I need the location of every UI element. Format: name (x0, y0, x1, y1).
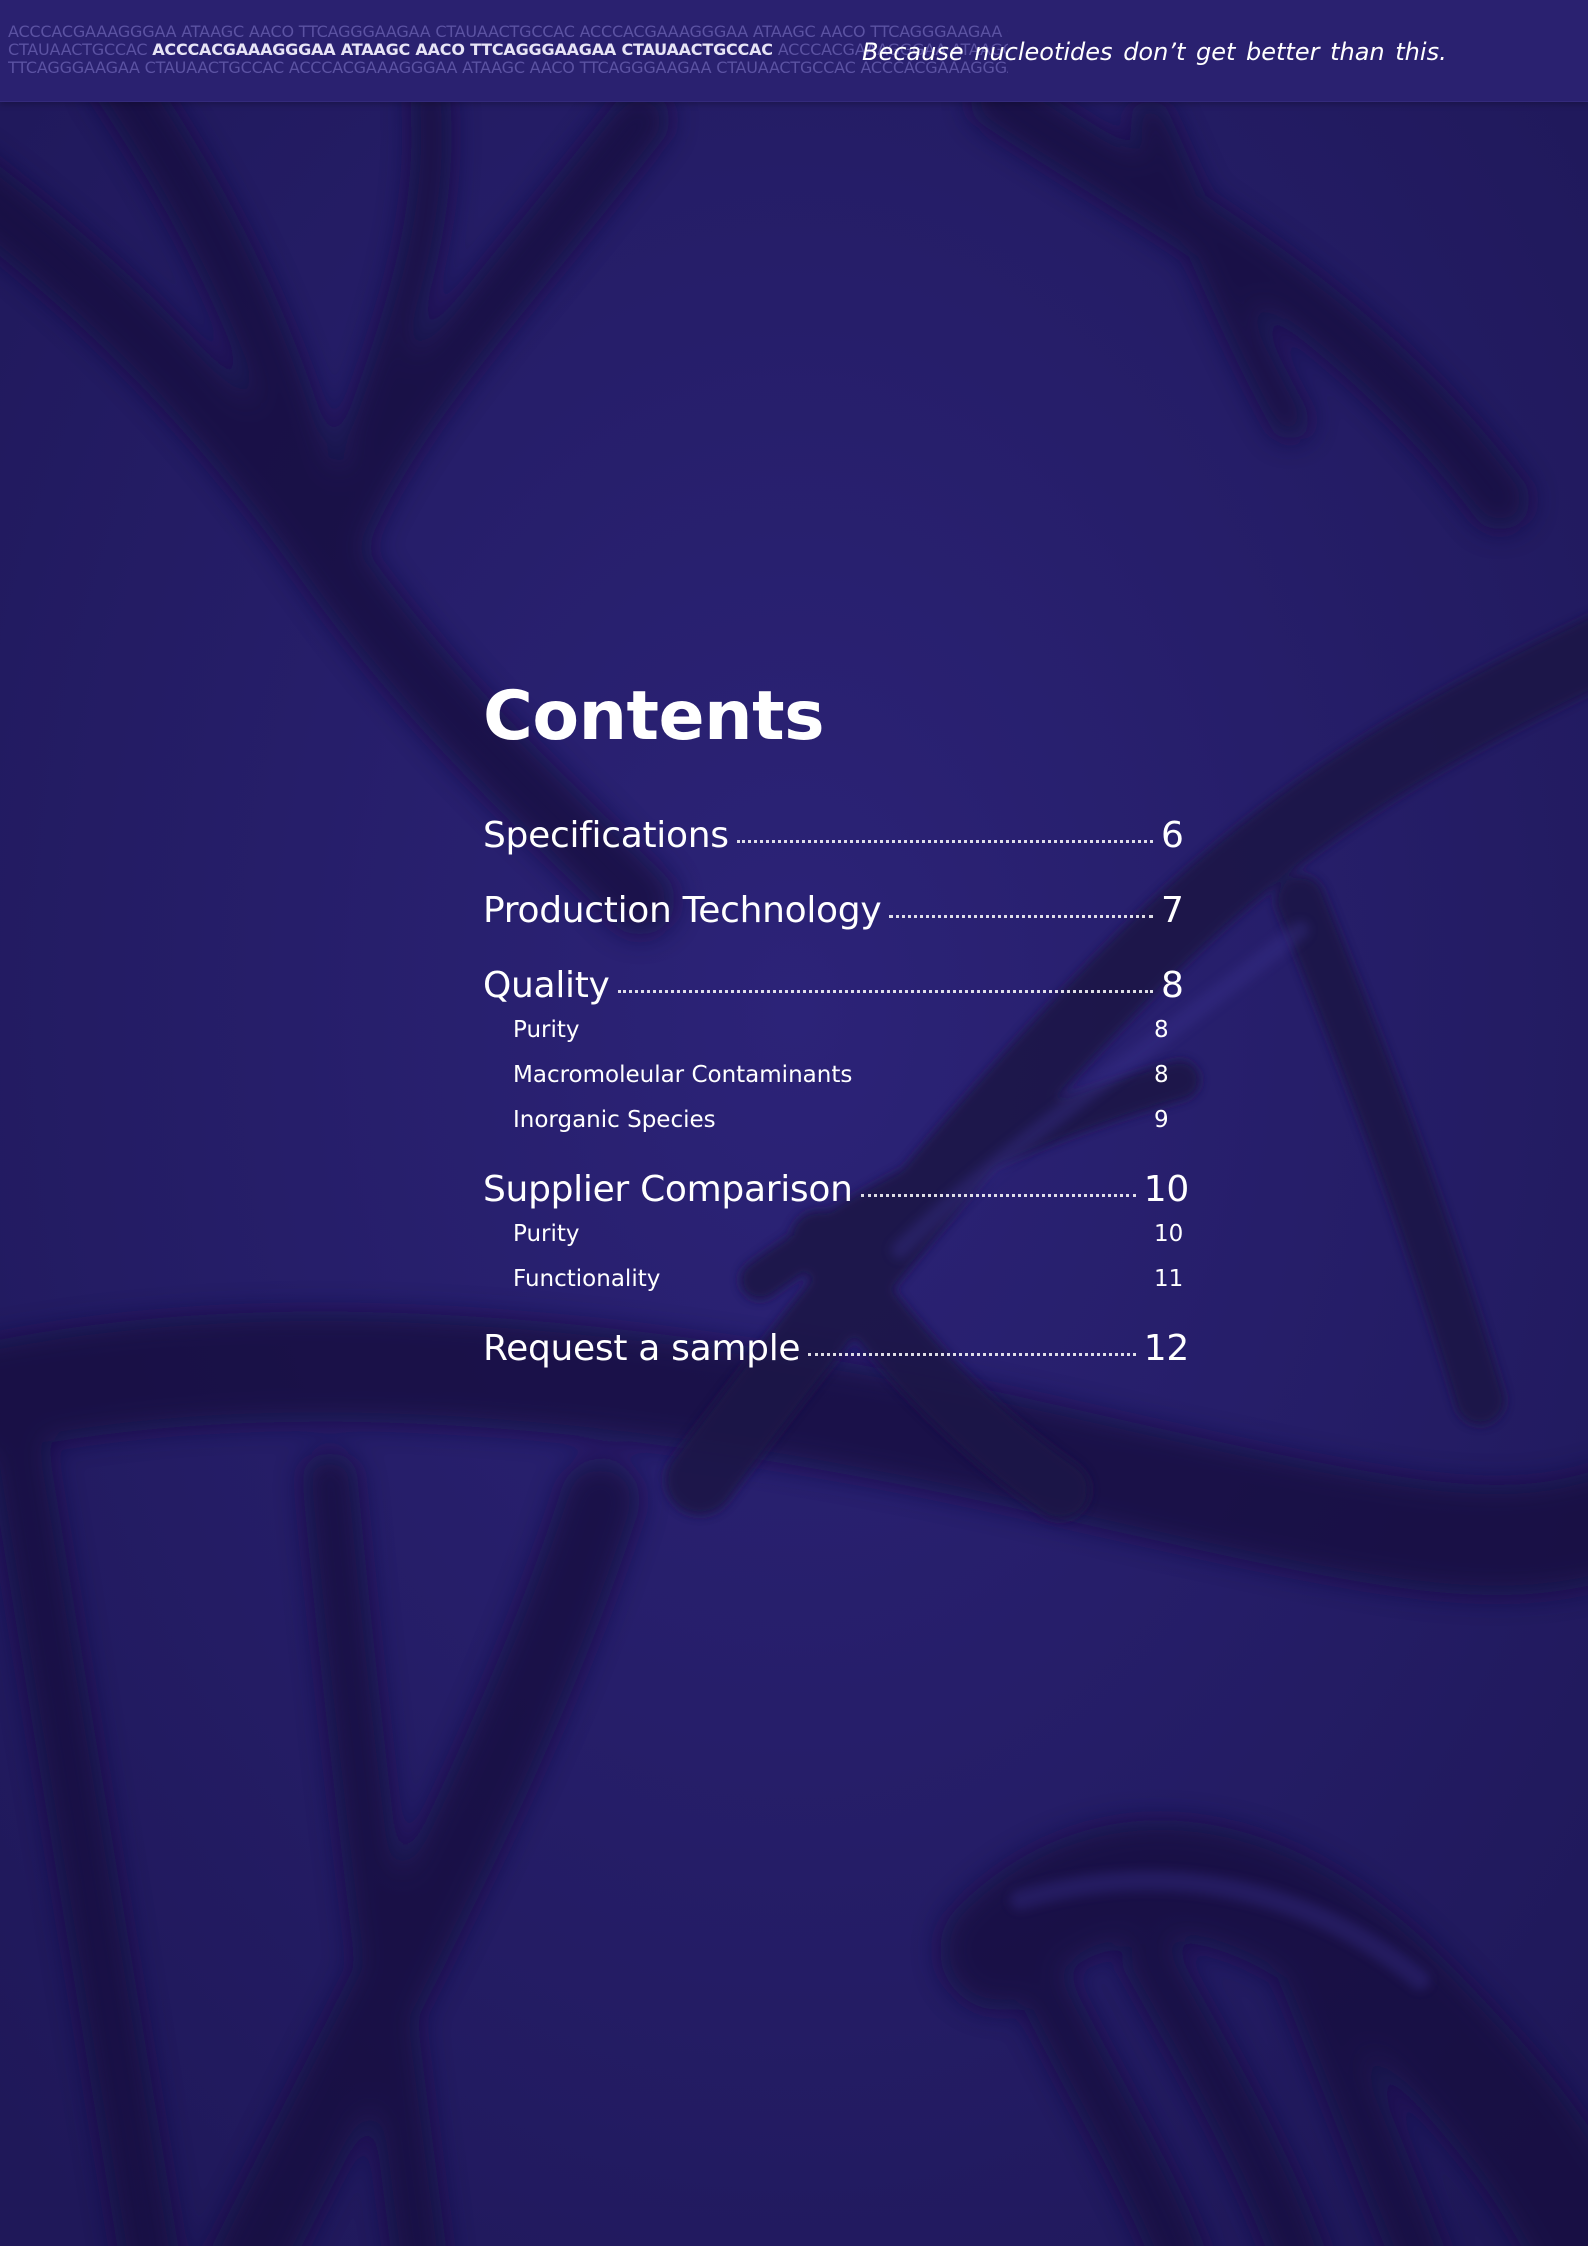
toc-subentry[interactable]: Functionality 11 (483, 1257, 1203, 1302)
sequence-text: ACCCACGAAAGGGAA ATAAGC AACO TTCAGGGAAGAA… (8, 23, 1008, 41)
toc-entry-label: Supplier Comparison (483, 1169, 853, 1210)
toc-subentry-label: Purity (513, 1221, 580, 1247)
toc-dot-leader (736, 840, 1153, 843)
toc-list: Specifications 6 Production Technology 7 Qua… (483, 814, 1203, 1371)
toc-subentry-label: Purity (513, 1017, 580, 1043)
sequence-text-highlight: ACCCACGAAAGGGAA ATAAGC AACO TTCAGGGAAGAA… (152, 41, 773, 59)
toc-subentry-page-number: 10 (1154, 1221, 1184, 1247)
sequence-line-1: ACCCACGAAAGGGAA ATAAGC AACO TTCAGGGAAGAA… (8, 23, 1008, 41)
toc-dot-leader (808, 1353, 1136, 1356)
toc-subentry-page-number: 9 (1154, 1107, 1169, 1133)
toc-entry-page-number: 8 (1161, 965, 1184, 1006)
toc-dot-leader (617, 990, 1153, 993)
toc-subentry[interactable]: Macromoleular Contaminants 8 (483, 1053, 1203, 1098)
sequence-line-3: TTCAGGGAAGAA CTAUAACTGCCAC ACCCACGAAAGGG… (8, 59, 1008, 77)
toc-entry-label: Production Technology (483, 890, 882, 931)
table-of-contents: Contents Specifications 6 Production Techn… (483, 672, 1203, 1371)
sequence-line-2: CTAUAACTGCCAC ACCCACGAAAGGGAA ATAAGC AAC… (8, 41, 1008, 59)
toc-subentry-page-number: 8 (1154, 1062, 1169, 1088)
contents-title: Contents (483, 677, 825, 756)
toc-entry-page-number: 12 (1143, 1328, 1190, 1369)
toc-subentry[interactable]: Purity 8 (483, 1008, 1203, 1053)
toc-entry-label: Quality (483, 965, 610, 1006)
toc-entry-page-number: 10 (1143, 1169, 1190, 1210)
toc-subentry-label: Functionality (513, 1266, 661, 1292)
toc-entry[interactable]: Production Technology 7 (483, 889, 1189, 933)
toc-subentry-page-number: 11 (1154, 1266, 1184, 1292)
sequence-text: TTCAGGGAAGAA CTAUAACTGCCAC ACCCACGAAAGGG… (8, 59, 1008, 77)
toc-subentry[interactable]: Purity 10 (483, 1212, 1203, 1257)
sequence-text: CTAUAACTGCCAC (8, 41, 153, 59)
toc-entry-label: Specifications (483, 815, 729, 856)
header-bar: ACCCACGAAAGGGAA ATAAGC AACO TTCAGGGAAGAA… (0, 0, 1588, 102)
toc-subentry-label: Macromoleular Contaminants (513, 1062, 853, 1088)
toc-subentry-page-number: 8 (1154, 1017, 1169, 1043)
toc-entry[interactable]: Supplier Comparison 10 (483, 1168, 1189, 1212)
toc-entry-page-number: 7 (1161, 890, 1184, 931)
toc-entry-label: Request a sample (483, 1328, 801, 1369)
toc-entry[interactable]: Specifications 6 (483, 814, 1189, 858)
toc-entry[interactable]: Quality 8 (483, 964, 1189, 1008)
toc-dot-leader (889, 915, 1153, 918)
toc-subentry-label: Inorganic Species (513, 1107, 716, 1133)
toc-entry[interactable]: Request a sample 12 (483, 1327, 1189, 1371)
toc-dot-leader (860, 1194, 1136, 1197)
toc-subentry[interactable]: Inorganic Species 9 (483, 1098, 1203, 1143)
toc-entry-page-number: 6 (1161, 815, 1184, 856)
tagline: Because nucleotides don’t get better tha… (862, 38, 1447, 66)
